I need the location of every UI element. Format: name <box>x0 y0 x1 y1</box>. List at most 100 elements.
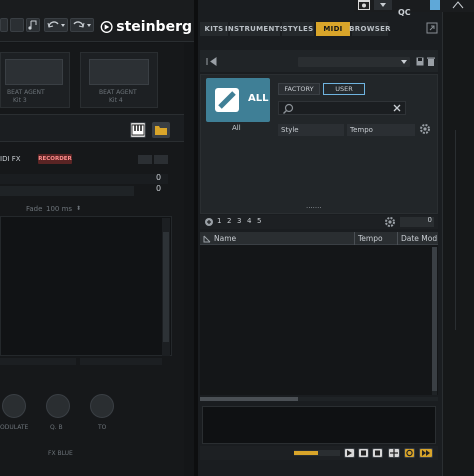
gear-icon <box>420 124 430 134</box>
column-date[interactable]: Date Mod <box>401 234 437 243</box>
results-list[interactable] <box>200 245 438 395</box>
column-divider-2[interactable] <box>397 232 398 245</box>
sort-corner-icon <box>203 235 211 243</box>
horizontal-scrollbar-right[interactable] <box>80 358 162 365</box>
piano-button[interactable] <box>130 122 146 138</box>
undo-icon <box>47 21 65 28</box>
value-2: 0 <box>156 184 162 193</box>
results-hscroll[interactable] <box>200 397 438 401</box>
qc-button[interactable]: QC <box>398 0 416 17</box>
mini-button-1[interactable] <box>138 155 152 164</box>
folder-button[interactable] <box>152 122 170 138</box>
user-button[interactable]: USER <box>323 83 365 95</box>
sort-icon[interactable] <box>203 235 211 243</box>
forward-button[interactable] <box>419 448 433 458</box>
first-preset-button[interactable] <box>206 57 218 66</box>
factory-button[interactable]: FACTORY <box>278 83 320 95</box>
column-tempo[interactable]: Tempo <box>358 234 383 243</box>
delete-preset-button[interactable] <box>427 57 435 66</box>
tool-button-2[interactable] <box>10 18 24 32</box>
recorder-badge[interactable]: RECORDER <box>38 154 72 164</box>
pager-icon[interactable] <box>204 217 214 227</box>
strip-arrow[interactable] <box>452 0 464 10</box>
horizontal-scrollbar-left[interactable] <box>0 358 76 365</box>
dropdown-arrow-button[interactable] <box>374 0 392 10</box>
knob-3[interactable] <box>90 394 114 418</box>
redo-button[interactable] <box>70 18 94 32</box>
loop-button[interactable] <box>372 448 383 458</box>
all-tile-label: ALL <box>248 93 269 104</box>
filter-settings-button[interactable] <box>419 123 431 135</box>
style-filter[interactable]: Style <box>278 124 344 136</box>
tempo-filter[interactable]: Tempo <box>347 124 415 136</box>
play-button[interactable] <box>344 448 355 458</box>
kit-slot-3[interactable]: BEAT AGENT Kit 3 <box>0 52 70 108</box>
search-field[interactable] <box>278 101 406 115</box>
result-count-box: 0 <box>400 216 434 227</box>
all-category-tile[interactable]: ALL <box>206 78 270 122</box>
brand-text: steinberg <box>116 19 192 35</box>
camera-button[interactable] <box>358 0 370 10</box>
kit-slot-4[interactable]: BEAT AGENT Kit 4 <box>80 52 158 108</box>
style-filter-label: Style <box>281 126 299 134</box>
trash-icon <box>427 57 435 66</box>
result-settings-button[interactable] <box>384 216 396 228</box>
camera-icon <box>359 2 369 9</box>
steinberg-logo: steinberg <box>100 16 192 38</box>
stop-button[interactable] <box>358 448 369 458</box>
mini-button-2[interactable] <box>154 155 168 164</box>
column-divider-1[interactable] <box>354 232 355 245</box>
midi-file-icon <box>215 88 239 112</box>
results-vscroll[interactable] <box>432 247 437 395</box>
stop-square-icon <box>375 450 380 456</box>
tool-button-3[interactable] <box>26 18 40 32</box>
piano-icon <box>131 124 145 136</box>
preset-dropdown[interactable] <box>298 57 410 67</box>
knob-2[interactable] <box>46 394 70 418</box>
preview-progress[interactable] <box>294 450 340 456</box>
results-vscroll-thumb[interactable] <box>432 247 437 391</box>
tab-kits[interactable]: KITS <box>200 22 228 36</box>
knob-1[interactable] <box>2 394 26 418</box>
page-4[interactable]: 4 <box>247 217 251 225</box>
tab-browser[interactable]: BROWSER <box>349 22 391 36</box>
save-preset-button[interactable] <box>416 57 424 66</box>
fade-stepper-icon[interactable]: ⬍ <box>76 205 81 212</box>
resize-handle[interactable]: ....... <box>306 202 322 210</box>
kit-image <box>89 59 149 85</box>
forward-icon <box>422 450 430 456</box>
save-icon <box>416 57 424 66</box>
page-1[interactable]: 1 <box>217 217 221 225</box>
drag-button[interactable] <box>388 448 400 458</box>
redo-icon <box>73 21 91 28</box>
fade-value[interactable]: 100 ms <box>46 205 72 213</box>
page-3[interactable]: 3 <box>237 217 241 225</box>
page-5[interactable]: 5 <box>257 217 261 225</box>
scroll-thumb[interactable] <box>163 232 169 342</box>
page-2[interactable]: 2 <box>227 217 231 225</box>
tab-bar: KITS INSTRUMENTS STYLES MIDI BROWSER <box>200 22 442 36</box>
vertical-scrollbar[interactable] <box>162 218 170 356</box>
sync-button[interactable] <box>404 448 415 458</box>
tool-button-1[interactable] <box>0 18 8 32</box>
tab-midi[interactable]: MIDI <box>316 22 350 36</box>
tab-styles[interactable]: STYLES <box>282 22 314 36</box>
knob-label-3: TO <box>98 424 107 431</box>
recorder-label: RECORDER <box>38 156 72 162</box>
user-label: USER <box>335 85 353 93</box>
drag-icon <box>390 449 398 457</box>
clear-search-icon[interactable] <box>392 103 402 113</box>
note-icon <box>28 20 37 30</box>
kit-image <box>5 59 63 85</box>
qc-label: QC <box>398 8 411 17</box>
strip-line <box>455 130 456 330</box>
tab-instruments[interactable]: INSTRUMENTS <box>225 22 285 36</box>
search-icon <box>283 103 294 114</box>
search-input[interactable] <box>295 103 391 113</box>
undo-button[interactable] <box>44 18 68 32</box>
results-hscroll-thumb[interactable] <box>200 397 298 401</box>
column-name[interactable]: Name <box>214 234 236 243</box>
accent-square[interactable] <box>430 0 440 10</box>
steinberg-logo-icon <box>100 21 113 33</box>
expand-button[interactable] <box>426 22 438 34</box>
